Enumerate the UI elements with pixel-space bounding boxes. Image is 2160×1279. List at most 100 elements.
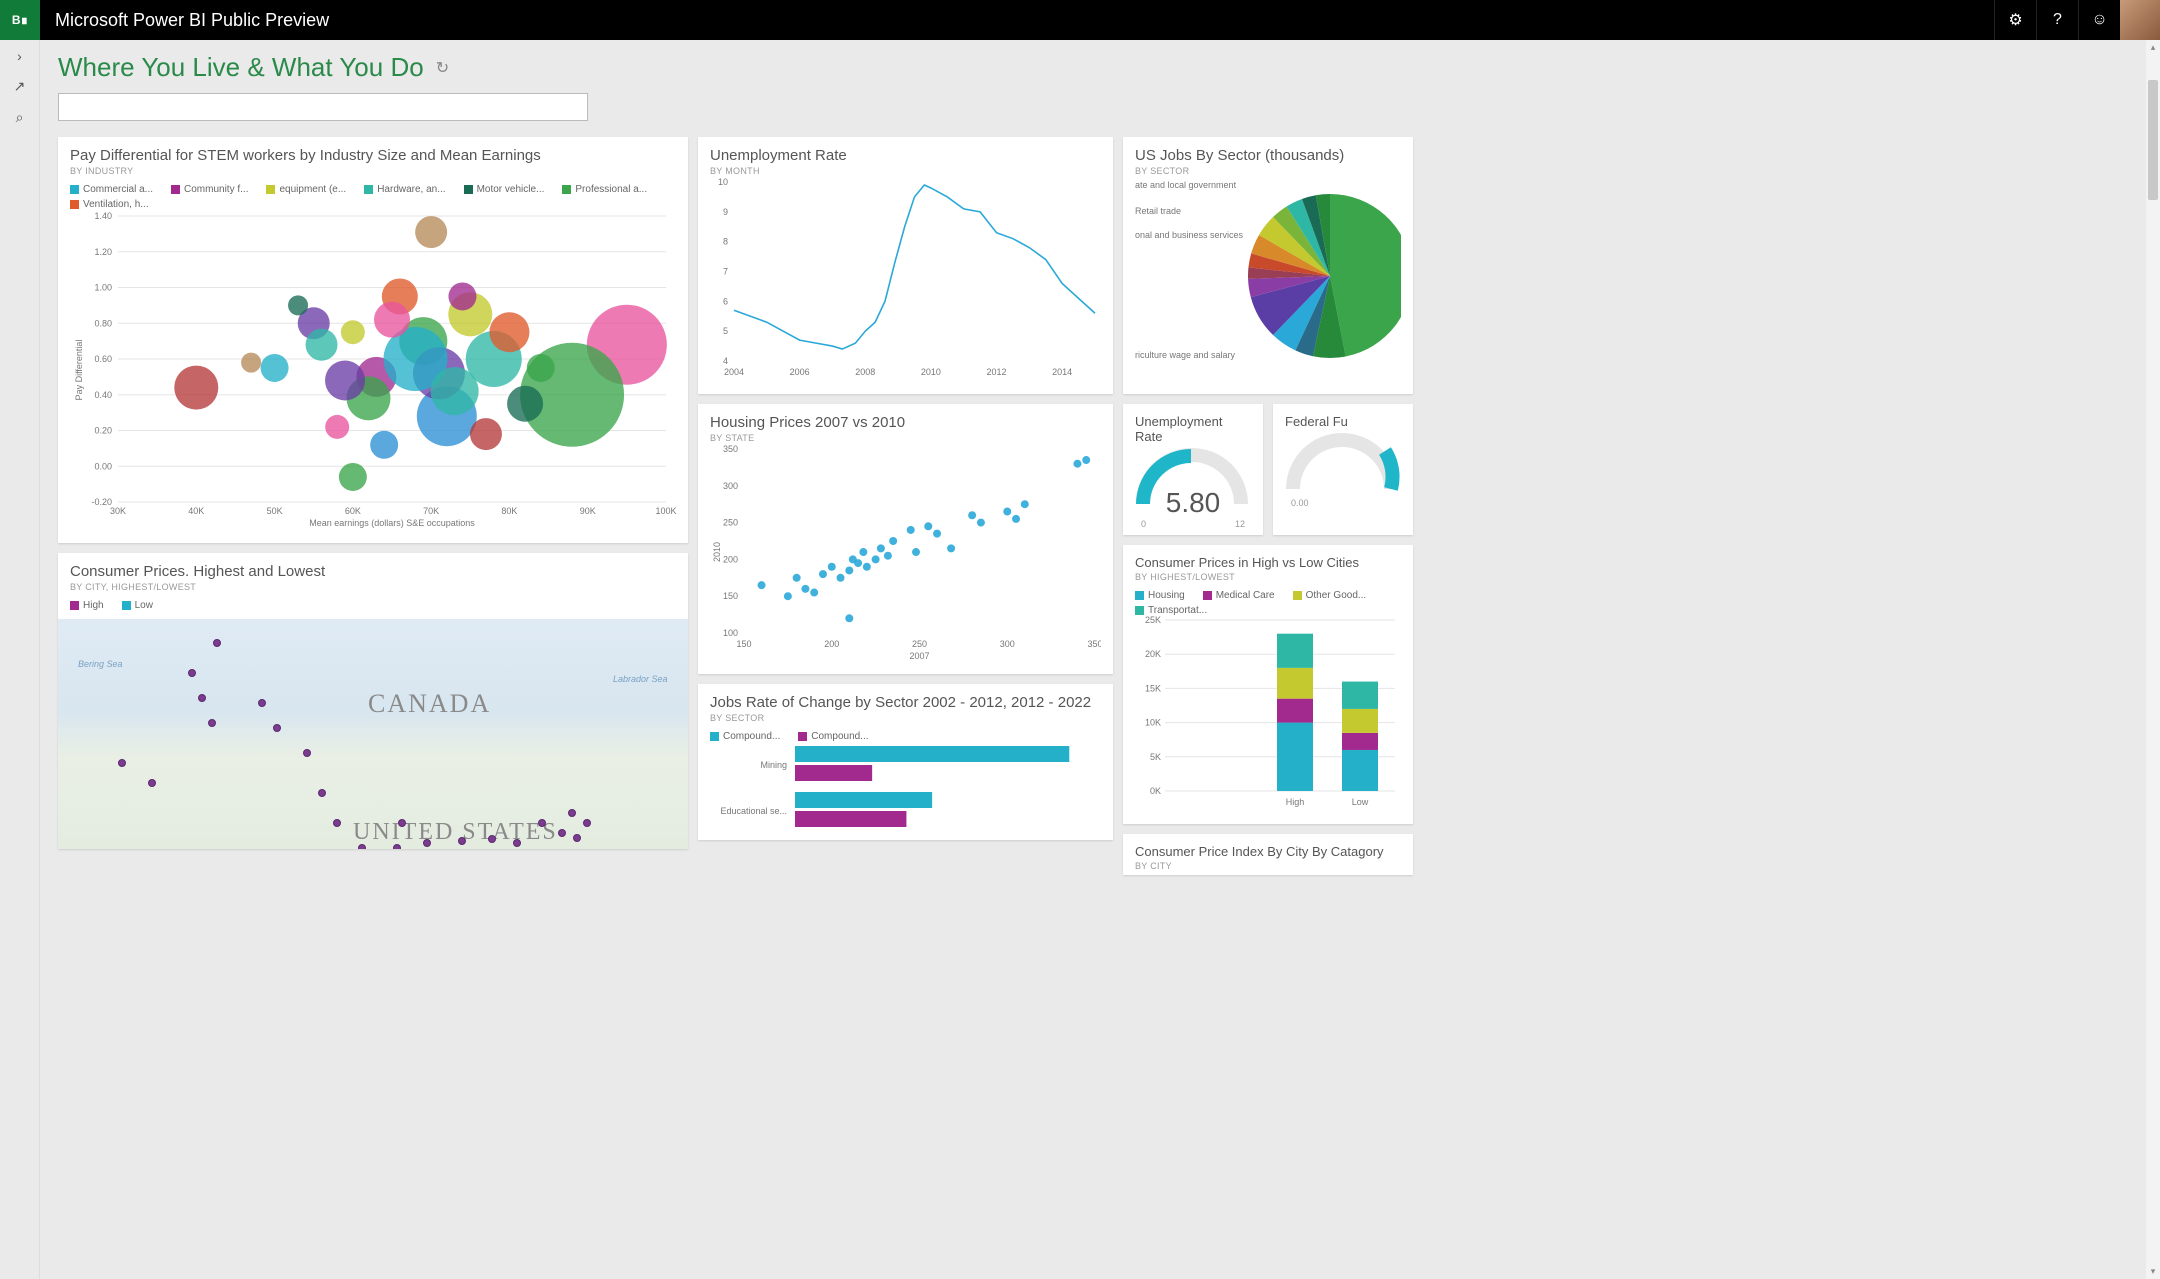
legend-item[interactable]: Housing [1135,590,1185,601]
legend-label: Ventilation, h... [83,199,149,210]
tile-subtitle: BY CITY [1135,861,1401,871]
legend-item[interactable]: Ventilation, h... [70,199,149,210]
tile-title: Unemployment Rate [1135,414,1251,444]
legend-swatch [122,601,131,610]
user-avatar[interactable] [2120,0,2160,40]
map-point[interactable] [583,819,591,827]
map-point[interactable] [538,819,546,827]
svg-text:2007: 2007 [909,651,929,661]
tile-consumer-map[interactable]: Consumer Prices. Highest and Lowest BY C… [58,553,688,849]
map-point[interactable] [258,699,266,707]
tile-jobs-pie[interactable]: US Jobs By Sector (thousands) BY SECTOR … [1123,137,1413,394]
map-point[interactable] [318,789,326,797]
legend-item[interactable]: Transportat... [1135,605,1207,616]
app-logo[interactable]: B∎ [0,0,40,40]
legend-item[interactable]: Medical Care [1203,590,1275,601]
legend-label: Professional a... [575,184,647,195]
svg-text:80K: 80K [501,506,517,516]
map-point[interactable] [148,779,156,787]
svg-text:2004: 2004 [724,367,744,377]
map-point[interactable] [118,759,126,767]
chart-unemployment-line: 45678910200420062008201020122014 [710,176,1101,381]
svg-text:2014: 2014 [1052,367,1072,377]
map-point[interactable] [423,839,431,847]
qa-search-input[interactable] [58,93,588,121]
legend-item[interactable]: Community f... [171,184,248,195]
map-point[interactable] [393,844,401,849]
help-icon[interactable]: ? [2036,0,2078,40]
map-point[interactable] [273,724,281,732]
map-point[interactable] [358,844,366,849]
svg-text:100: 100 [723,628,738,638]
legend: Housing Medical Care Other Good... Transpor… [1135,590,1401,616]
legend-label: Other Good... [1306,590,1367,601]
svg-text:8: 8 [723,237,728,247]
search-icon[interactable]: ⌕ [16,109,24,126]
scroll-down-icon[interactable]: ▾ [2146,1266,2160,1277]
tile-consumer-stacked[interactable]: Consumer Prices in High vs Low Cities BY… [1123,545,1413,824]
legend-swatch [562,185,571,194]
map-point[interactable] [568,809,576,817]
tile-cpi-city[interactable]: Consumer Price Index By City By Catagory… [1123,834,1413,875]
svg-text:300: 300 [1000,639,1015,649]
nav-sidebar: › ↗ ⌕ [0,40,40,1279]
svg-text:0.60: 0.60 [94,354,112,364]
legend-item[interactable]: Professional a... [562,184,647,195]
chart-consumer-stacked: 0K5K10K15K20K25KHighLow [1135,616,1401,811]
legend-item[interactable]: Commercial a... [70,184,153,195]
scroll-thumb[interactable] [2148,80,2158,200]
map-point[interactable] [513,839,521,847]
map-point[interactable] [213,639,221,647]
svg-text:2008: 2008 [855,367,875,377]
svg-text:1.40: 1.40 [94,211,112,221]
tile-unemployment-line[interactable]: Unemployment Rate BY MONTH 4567891020042… [698,137,1113,394]
tile-title: Consumer Prices. Highest and Lowest [70,563,676,580]
tile-stem-scatter[interactable]: Pay Differential for STEM workers by Ind… [58,137,688,543]
svg-text:100K: 100K [655,506,676,516]
legend-item[interactable]: equipment (e... [266,184,346,195]
svg-text:300: 300 [723,481,738,491]
legend-item[interactable]: Hardware, an... [364,184,445,195]
tile-gauge-fedfunds[interactable]: Federal Fu 0.00 [1273,404,1413,535]
svg-text:1.20: 1.20 [94,247,112,257]
map-point[interactable] [398,819,406,827]
feedback-icon[interactable]: ☺ [2078,0,2120,40]
svg-text:250: 250 [912,639,927,649]
map-point[interactable] [333,819,341,827]
tile-title: Housing Prices 2007 vs 2010 [710,414,1101,431]
tile-gauge-unemployment[interactable]: Unemployment Rate 5.80 012 [1123,404,1263,535]
map-canvas[interactable]: CANADA UNITED STATES Bering Sea Labrador… [58,619,688,849]
map-point[interactable] [303,749,311,757]
map-point[interactable] [188,669,196,677]
map-point[interactable] [573,834,581,842]
legend-item[interactable]: Compound... [710,731,780,742]
tile-jobs-rate[interactable]: Jobs Rate of Change by Sector 2002 - 201… [698,684,1113,840]
map-point[interactable] [488,835,496,843]
svg-text:High: High [1286,797,1305,807]
svg-text:5: 5 [723,326,728,336]
svg-text:6: 6 [723,296,728,306]
legend-item[interactable]: High [70,600,104,611]
svg-text:150: 150 [736,639,751,649]
svg-text:1.00: 1.00 [94,283,112,293]
svg-text:40K: 40K [188,506,204,516]
scrollbar[interactable]: ▴ ▾ [2146,40,2160,1279]
map-point[interactable] [198,694,206,702]
svg-text:200: 200 [723,554,738,564]
legend-item[interactable]: Motor vehicle... [464,184,545,195]
refresh-icon[interactable]: ↻ [436,58,449,78]
legend-swatch [171,185,180,194]
legend-item[interactable]: Other Good... [1293,590,1367,601]
share-icon[interactable]: ↗ [14,78,26,95]
tile-housing-scatter[interactable]: Housing Prices 2007 vs 2010 BY STATE 100… [698,404,1113,674]
scroll-up-icon[interactable]: ▴ [2146,42,2160,53]
map-point[interactable] [458,837,466,845]
svg-text:onal and business services: onal and business services [1135,230,1244,240]
expand-nav-icon[interactable]: › [17,48,22,64]
legend-label: Low [135,600,153,611]
legend-item[interactable]: Compound... [798,731,868,742]
legend-item[interactable]: Low [122,600,153,611]
map-point[interactable] [208,719,216,727]
settings-icon[interactable]: ⚙ [1994,0,2036,40]
map-point[interactable] [558,829,566,837]
